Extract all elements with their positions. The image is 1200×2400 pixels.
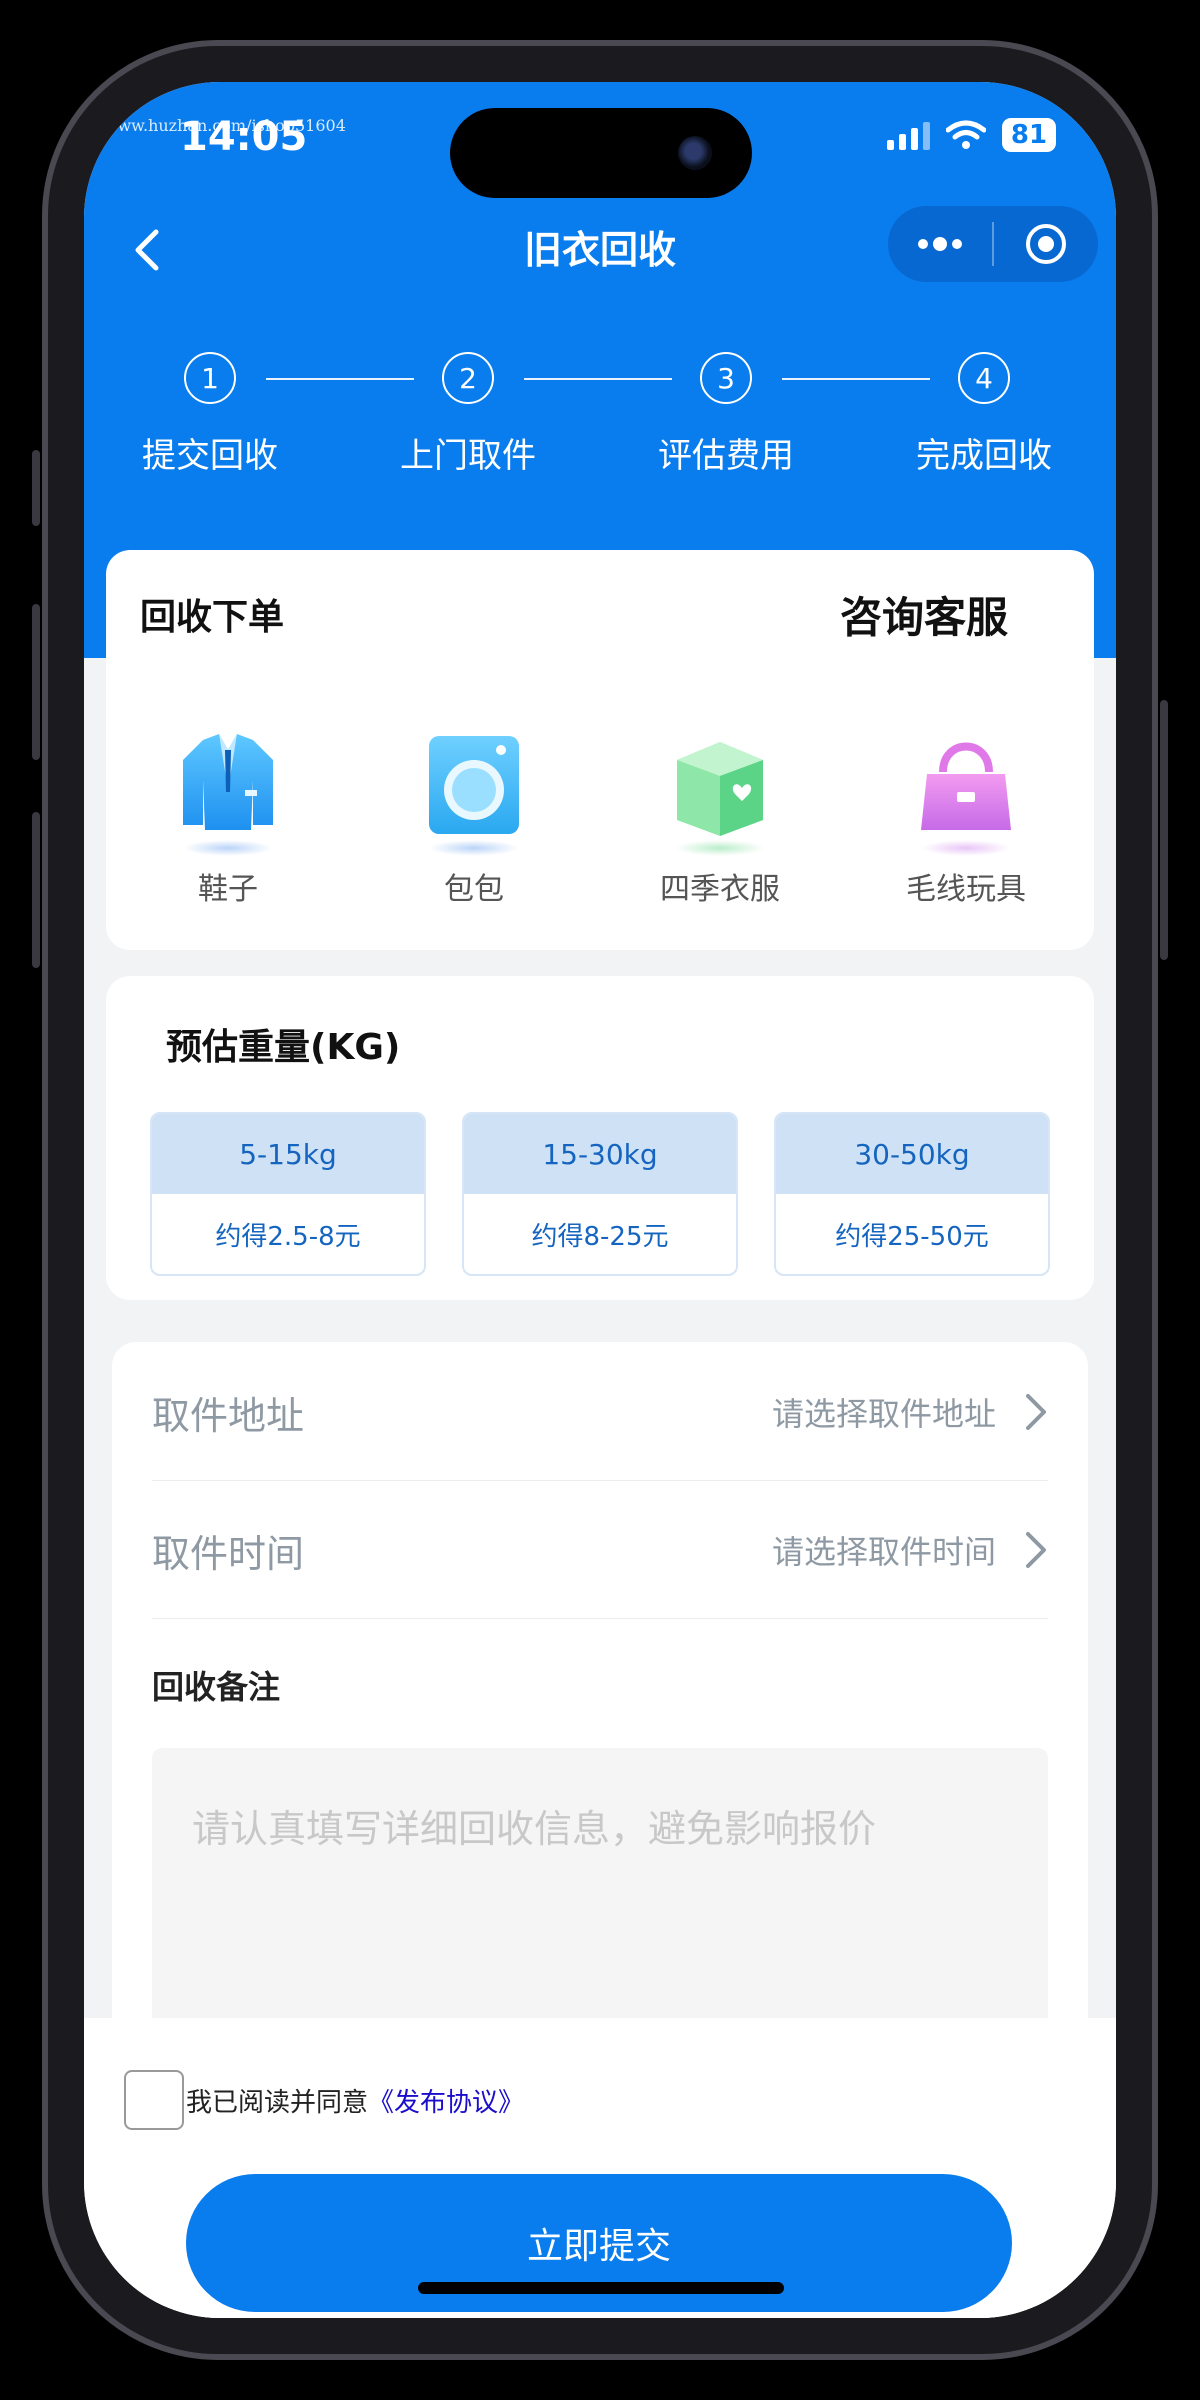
step-circle-2: 2 bbox=[442, 352, 494, 404]
category-label: 四季衣服 bbox=[660, 872, 780, 907]
agreement-text: 我已阅读并同意 bbox=[186, 2087, 369, 2118]
step-label-4: 完成回收 bbox=[916, 436, 1052, 476]
watermark-text: https://www.huzhan.com/ishop51604 bbox=[84, 116, 346, 135]
remark-title: 回收备注 bbox=[152, 1668, 281, 1706]
chevron-right-icon bbox=[1026, 1394, 1046, 1430]
step-label-3: 评估费用 bbox=[658, 436, 794, 476]
step-connector bbox=[266, 378, 414, 380]
category-shadow bbox=[675, 840, 765, 856]
pickup-time-placeholder: 请选择取件时间 bbox=[771, 1533, 996, 1571]
pickup-time-label: 取件时间 bbox=[152, 1531, 305, 1576]
jacket-icon bbox=[173, 730, 283, 840]
category-item-seasonal-clothes[interactable]: 四季衣服 bbox=[620, 730, 820, 908]
agreement-link[interactable]: 《发布协议》 bbox=[368, 2082, 524, 2119]
weight-option-1[interactable]: 5-15kg 约得2.5-8元 bbox=[150, 1112, 426, 1276]
step-connector bbox=[524, 378, 672, 380]
pickup-address-row[interactable]: 取件地址 请选择取件地址 bbox=[152, 1344, 1048, 1481]
volume-up-button bbox=[32, 604, 40, 760]
customer-service-link[interactable]: 咨询客服 bbox=[840, 584, 1008, 645]
home-indicator bbox=[418, 2282, 784, 2294]
weight-option-3[interactable]: 30-50kg 约得25-50元 bbox=[774, 1112, 1050, 1276]
washing-machine-icon bbox=[419, 730, 529, 840]
chevron-right-icon bbox=[1026, 1532, 1046, 1568]
agreement-checkbox[interactable] bbox=[124, 2070, 184, 2130]
camera-icon bbox=[678, 136, 712, 170]
cellular-signal-icon bbox=[887, 120, 930, 150]
miniprogram-capsule bbox=[888, 206, 1098, 282]
category-label: 包包 bbox=[444, 872, 504, 907]
phone-screen: 14:05 https://www.huzhan.com/ishop51604 … bbox=[84, 82, 1116, 2318]
order-card-title: 回收下单 bbox=[140, 597, 285, 638]
volume-down-button bbox=[32, 812, 40, 968]
weight-range: 30-50kg bbox=[776, 1114, 1048, 1194]
weight-estimate: 约得2.5-8元 bbox=[215, 1221, 361, 1252]
battery-icon: 81 bbox=[1002, 118, 1056, 152]
weight-estimate: 约得8-25元 bbox=[531, 1221, 669, 1252]
weight-estimate: 约得25-50元 bbox=[835, 1221, 989, 1252]
weight-range: 15-30kg bbox=[464, 1114, 736, 1194]
weight-card-title: 预估重量(KG) bbox=[166, 1027, 401, 1068]
category-item-shoes[interactable]: 鞋子 bbox=[128, 730, 328, 908]
step-circle-4: 4 bbox=[958, 352, 1010, 404]
category-item-knit-toys[interactable]: 毛线玩具 bbox=[866, 730, 1066, 908]
category-shadow bbox=[183, 840, 273, 856]
box-heart-icon bbox=[665, 730, 775, 840]
weight-range: 5-15kg bbox=[152, 1114, 424, 1194]
target-circle-icon[interactable] bbox=[994, 206, 1098, 282]
order-card: 回收下单 咨询客服 鞋子 包包 四季衣服 毛线玩具 bbox=[106, 550, 1094, 950]
agreement-row: 我已阅读并同意 《发布协议》 bbox=[124, 2070, 524, 2130]
bottom-action-bar: 我已阅读并同意 《发布协议》 立即提交 bbox=[84, 2018, 1116, 2318]
pickup-address-placeholder: 请选择取件地址 bbox=[771, 1395, 996, 1433]
step-label-1: 提交回收 bbox=[142, 436, 278, 476]
category-label: 鞋子 bbox=[198, 872, 258, 907]
category-label: 毛线玩具 bbox=[906, 872, 1026, 907]
power-button bbox=[1160, 700, 1168, 960]
category-shadow bbox=[921, 840, 1011, 856]
pickup-address-label: 取件地址 bbox=[152, 1393, 305, 1438]
weight-option-2[interactable]: 15-30kg 约得8-25元 bbox=[462, 1112, 738, 1276]
more-dots-icon[interactable] bbox=[888, 206, 992, 282]
step-circle-1: 1 bbox=[184, 352, 236, 404]
weight-card: 预估重量(KG) 5-15kg 约得2.5-8元 15-30kg 约得8-25元… bbox=[106, 976, 1094, 1300]
status-icons: 81 bbox=[887, 118, 1056, 152]
step-circle-3: 3 bbox=[700, 352, 752, 404]
step-label-2: 上门取件 bbox=[400, 436, 536, 476]
action-button bbox=[32, 450, 40, 526]
category-shadow bbox=[429, 840, 519, 856]
pickup-time-row[interactable]: 取件时间 请选择取件时间 bbox=[152, 1482, 1048, 1619]
wifi-icon bbox=[946, 120, 986, 149]
category-item-bags[interactable]: 包包 bbox=[374, 730, 574, 908]
step-connector bbox=[782, 378, 930, 380]
handbag-icon bbox=[911, 730, 1021, 840]
dynamic-island bbox=[450, 108, 752, 198]
progress-steps: 1 2 3 4 提交回收 上门取件 评估费用 完成回收 bbox=[84, 352, 1116, 532]
